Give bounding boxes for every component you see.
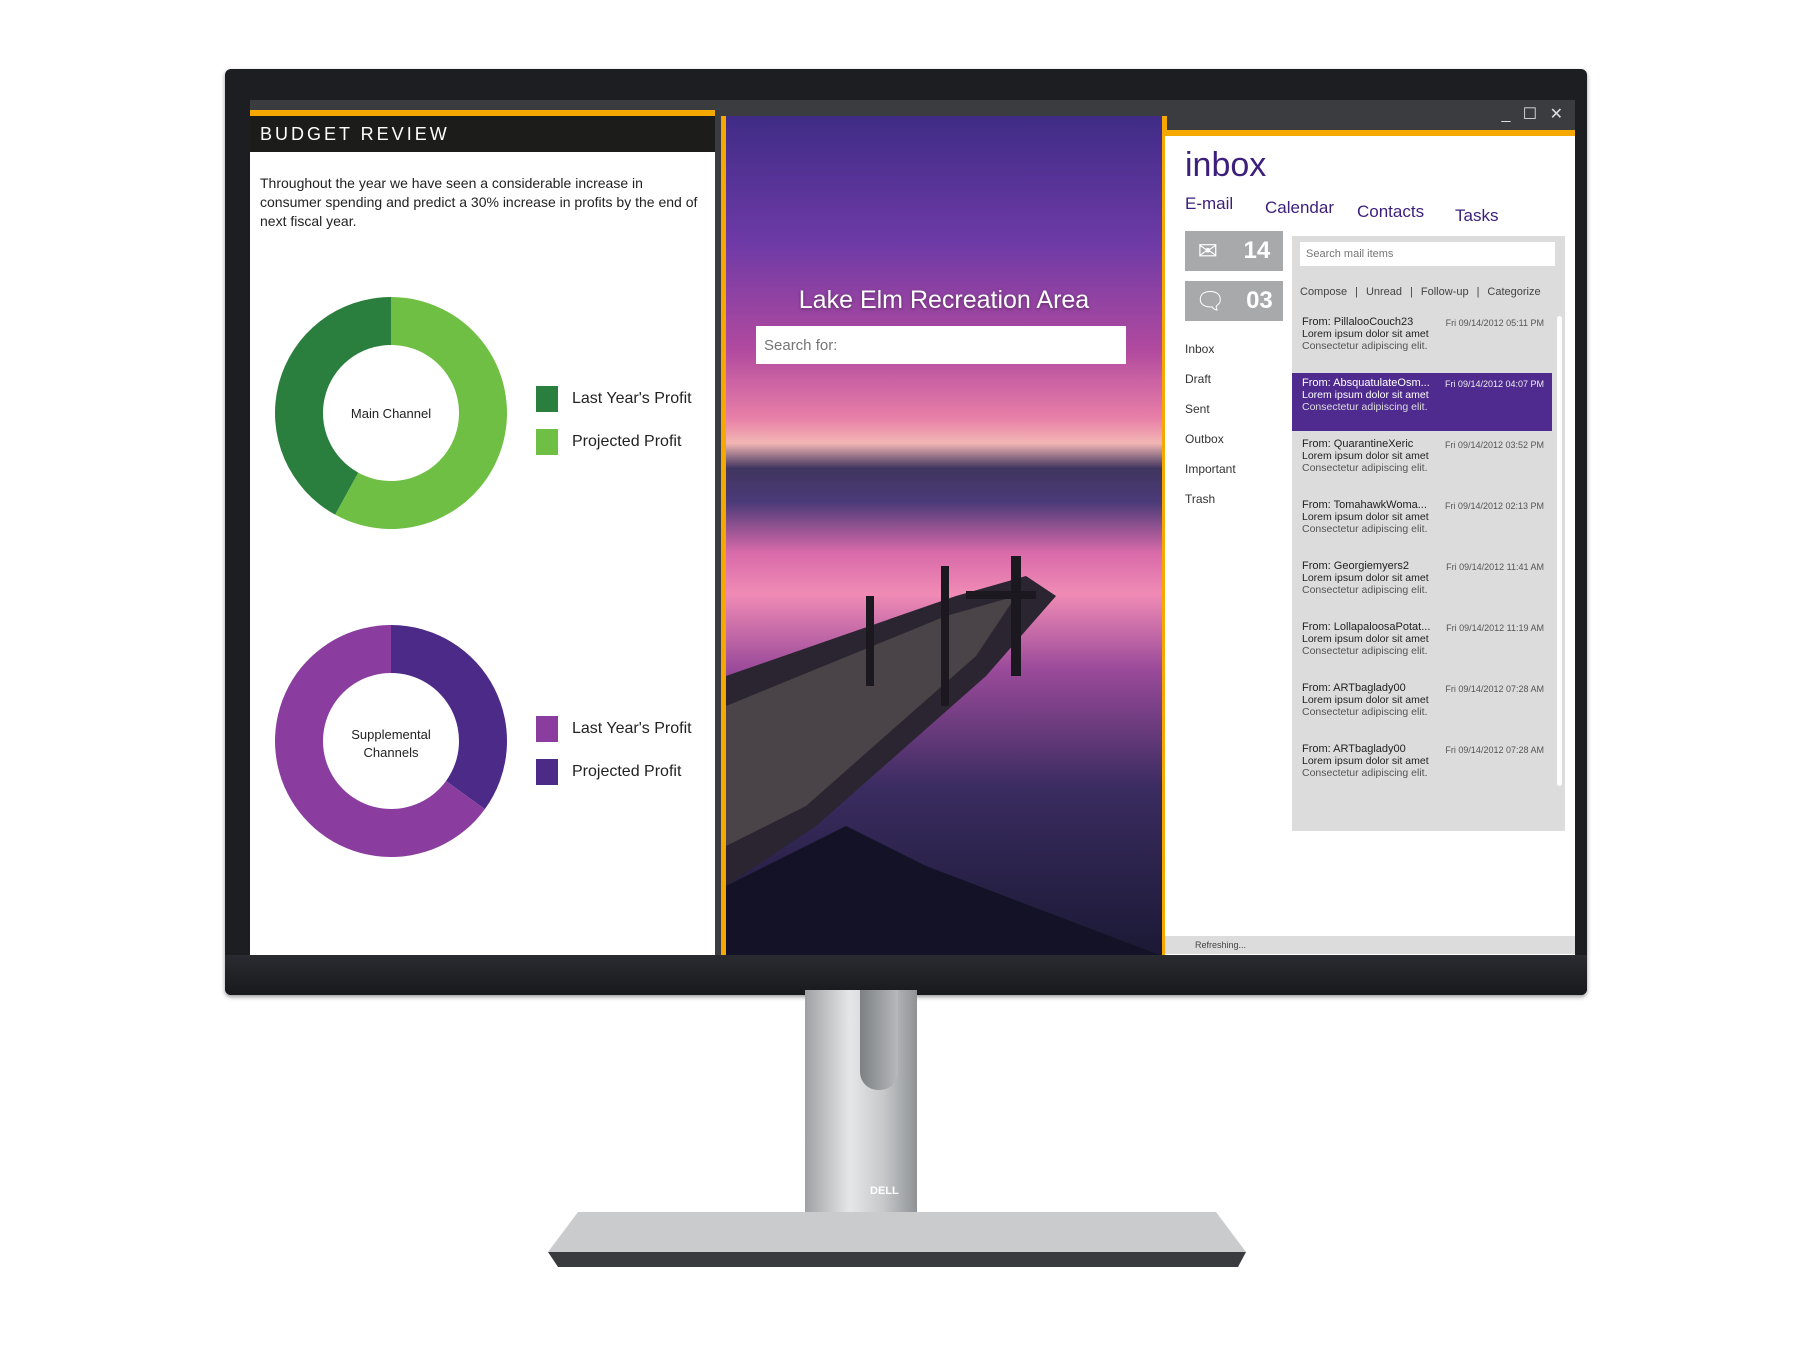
mail-subject: Lorem ipsum dolor sit amet (1302, 389, 1429, 401)
action-unread[interactable]: Unread (1366, 286, 1402, 298)
folder-outbox[interactable]: Outbox (1185, 432, 1224, 446)
chat-counter[interactable]: 🗨 03 (1185, 281, 1283, 321)
legend-label: Last Year's Profit (572, 720, 692, 737)
counter-value: 03 (1246, 287, 1273, 314)
mail-actions: Compose | Unread | Follow-up | Categorize (1300, 286, 1541, 298)
legend-label: Last Year's Profit (572, 390, 692, 407)
photo-panel: Lake Elm Recreation Area (721, 116, 1167, 955)
action-separator: | (1410, 286, 1413, 298)
donut-charts (275, 297, 508, 857)
folder-sent[interactable]: Sent (1185, 402, 1210, 416)
photo-title: Lake Elm Recreation Area (798, 286, 1090, 314)
folder-important[interactable]: Important (1185, 462, 1236, 476)
monitor-screen: BUDGET REVIEW Throughout the year we hav… (250, 100, 1575, 955)
legend-swatch (536, 759, 558, 785)
action-compose[interactable]: Compose (1300, 286, 1347, 298)
mail-subject: Lorem ipsum dolor sit amet (1302, 694, 1429, 706)
budget-review-panel: BUDGET REVIEW Throughout the year we hav… (250, 110, 715, 955)
tab-tasks[interactable]: Tasks (1455, 206, 1498, 226)
donut-center-label: Supplemental Channels (351, 727, 431, 760)
mail-date: Fri 09/14/2012 05:11 PM (1445, 318, 1544, 328)
action-separator: | (1355, 286, 1358, 298)
action-separator: | (1476, 286, 1480, 298)
cable-slot (860, 990, 898, 1090)
email-counter[interactable]: ✉ 14 (1185, 231, 1283, 271)
mail-item[interactable]: From: Georgiemyers2 Lorem ipsum dolor sit… (1292, 556, 1552, 614)
mail-preview: Consectetur adipiscing elit. (1302, 462, 1428, 474)
mail-subject: Lorem ipsum dolor sit amet (1302, 511, 1429, 523)
mail-subject: Lorem ipsum dolor sit amet (1302, 450, 1429, 462)
legend-item: Last Year's Profit (536, 386, 692, 412)
action-follow-up[interactable]: Follow-up (1421, 286, 1469, 298)
donut-center-label: Main Channel (350, 406, 432, 421)
brand-logo: DELL (870, 1185, 899, 1197)
mail-preview: Consectetur adipiscing elit. (1302, 584, 1428, 596)
legend-swatch (536, 716, 558, 742)
mail-search-input[interactable] (1300, 242, 1555, 266)
mail-item[interactable]: From: ARTbaglady00 Lorem ipsum dolor sit … (1292, 678, 1552, 736)
chat-bubble-icon: 🗨 (1195, 287, 1226, 315)
monitor-chin (225, 955, 1587, 995)
donut-slice (391, 625, 507, 810)
mail-item[interactable]: From: LollapaloosaPotat... Lorem ipsum do… (1292, 617, 1552, 675)
mail-subject: Lorem ipsum dolor sit amet (1302, 572, 1429, 584)
window-controls[interactable]: _ ☐ ✕ (1501, 104, 1567, 124)
scrollbar[interactable] (1557, 316, 1562, 786)
mail-preview: Consectetur adipiscing elit. (1302, 340, 1428, 352)
mail-date: Fri 09/14/2012 04:07 PM (1444, 379, 1544, 389)
mail-date: Fri 09/14/2012 07:28 AM (1445, 684, 1544, 694)
tab-email[interactable]: E-mail (1185, 194, 1233, 214)
mail-date: Fri 09/14/2012 03:52 PM (1444, 440, 1544, 450)
mail-preview: Consectetur adipiscing elit. (1302, 645, 1428, 657)
legend-label: Projected Profit (572, 433, 682, 450)
mail-date: Fri 09/14/2012 02:13 PM (1444, 501, 1544, 511)
legend-item: Last Year's Profit (536, 716, 692, 742)
legend-item: Projected Profit (536, 759, 681, 785)
mail-preview: Consectetur adipiscing elit. (1302, 767, 1428, 779)
mail-item[interactable]: From: QuarantineXeric Lorem ipsum dolor s… (1292, 434, 1552, 492)
mail-preview: Consectetur adipiscing elit. (1302, 523, 1428, 535)
envelope-icon: ✉ (1197, 237, 1218, 265)
legend-swatch (536, 429, 558, 455)
legend-item: Projected Profit (536, 429, 681, 455)
mail-panel: _ ☐ ✕ inbox E-mail Calendar Contacts Tas… (1165, 106, 1575, 955)
mail-date: Fri 09/14/2012 07:28 AM (1445, 745, 1544, 755)
mail-subject: Lorem ipsum dolor sit amet (1302, 328, 1429, 340)
mail-item[interactable]: From: ARTbaglady00 Lorem ipsum dolor sit … (1292, 739, 1552, 797)
counter-value: 14 (1243, 237, 1271, 264)
status-bar: Refreshing... (1165, 936, 1575, 954)
mail-date: Fri 09/14/2012 11:19 AM (1446, 623, 1544, 633)
action-categorize[interactable]: Categorize (1487, 286, 1540, 298)
mail-item[interactable]: From: TomahawkWoma... Lorem ipsum dolor s… (1292, 495, 1552, 553)
mail-preview: Consectetur adipiscing elit. (1302, 706, 1428, 718)
mail-item[interactable]: From: AbsquatulateOsm... Lorem ipsum dolo… (1292, 373, 1552, 431)
photo-search-input[interactable] (756, 326, 1126, 364)
folder-trash[interactable]: Trash (1185, 492, 1215, 506)
mail-subject: Lorem ipsum dolor sit amet (1302, 633, 1429, 645)
tab-calendar[interactable]: Calendar (1265, 198, 1334, 218)
folder-inbox[interactable]: Inbox (1185, 342, 1214, 356)
mail-subject: Lorem ipsum dolor sit amet (1302, 755, 1429, 767)
mail-preview: Consectetur adipiscing elit. (1302, 401, 1428, 413)
mail-date: Fri 09/14/2012 11:41 AM (1446, 562, 1544, 572)
legend-swatch (536, 386, 558, 412)
legend-label: Projected Profit (572, 763, 682, 780)
folder-draft[interactable]: Draft (1185, 372, 1211, 386)
mail-title: inbox (1185, 146, 1267, 184)
monitor-stand-base (548, 1212, 1246, 1267)
tab-contacts[interactable]: Contacts (1357, 202, 1424, 222)
mail-item[interactable]: From: PillalooCouch23 Lorem ipsum dolor s… (1292, 312, 1552, 370)
pier-photo (726, 556, 1160, 955)
mail-list-area: Compose | Unread | Follow-up | Categorize From… (1292, 236, 1565, 831)
